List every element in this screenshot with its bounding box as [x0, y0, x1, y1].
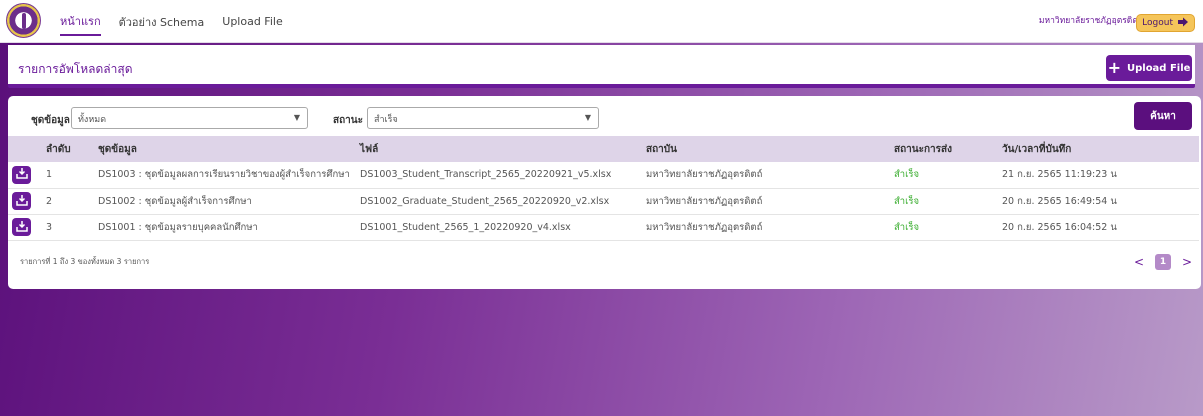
row-status: สำเร็จ: [894, 169, 920, 181]
row-no: 2: [46, 195, 53, 207]
row-no: 1: [46, 169, 53, 181]
col-datetime[interactable]: วัน/เวลาที่บันทึก: [998, 136, 1199, 162]
university-logo[interactable]: [6, 3, 41, 38]
col-status[interactable]: สถานะการส่ง: [890, 136, 998, 162]
chevron-down-icon: ▼: [293, 113, 300, 122]
row-dataset: DS1003 : ชุดข้อมูลผลการเรียนรายวิชาของผู…: [98, 169, 350, 181]
search-button[interactable]: ค้นหา: [1134, 102, 1192, 130]
col-dataset[interactable]: ชุดข้อมูล: [94, 136, 356, 162]
download-icon: [15, 220, 28, 235]
chevron-down-icon: ▼: [584, 113, 591, 122]
upload-file-button[interactable]: + Upload File: [1106, 55, 1192, 81]
row-no: 3: [46, 221, 53, 233]
page-number-button[interactable]: 1: [1155, 254, 1171, 270]
table-row: 2 DS1002 : ชุดข้อมูลผู้สำเร็จการศึกษา DS…: [8, 188, 1199, 214]
nav-upload-file[interactable]: Upload File: [222, 11, 282, 32]
row-dataset: DS1001 : ชุดข้อมูลรายบุคคลนักศึกษา: [98, 221, 258, 233]
upload-table: ลำดับ ชุดข้อมูล ไฟล์ สถาบัน สถานะการส่ง …: [8, 136, 1199, 241]
download-button[interactable]: [12, 165, 31, 184]
download-icon: [15, 194, 28, 209]
logout-label: Logout: [1142, 18, 1173, 28]
table-row: 3 DS1001 : ชุดข้อมูลรายบุคคลนักศึกษา DS1…: [8, 214, 1199, 240]
logout-button[interactable]: Logout: [1136, 14, 1195, 32]
upload-file-label: Upload File: [1126, 62, 1191, 74]
col-file[interactable]: ไฟล์: [356, 136, 642, 162]
col-no[interactable]: ลำดับ: [42, 136, 94, 162]
row-dataset: DS1002 : ชุดข้อมูลผู้สำเร็จการศึกษา: [98, 195, 252, 207]
col-action: [8, 136, 42, 162]
prev-page-button[interactable]: <: [1133, 255, 1145, 269]
table-row: 1 DS1003 : ชุดข้อมูลผลการเรียนรายวิชาของ…: [8, 162, 1199, 188]
download-button[interactable]: [12, 192, 31, 210]
download-icon: [15, 167, 28, 182]
table-header-row: ลำดับ ชุดข้อมูล ไฟล์ สถาบัน สถานะการส่ง …: [8, 136, 1199, 162]
row-status: สำเร็จ: [894, 221, 920, 233]
nav-home[interactable]: หน้าแรก: [60, 8, 101, 36]
page-title: รายการอัพโหลดล่าสุด: [18, 62, 133, 76]
pagination: < 1 >: [1133, 254, 1193, 270]
page-header: รายการอัพโหลดล่าสุด + Upload File: [8, 45, 1195, 88]
row-datetime: 21 ก.ย. 2565 11:19:23 น: [1002, 169, 1117, 181]
row-institution: มหาวิทยาลัยราชภัฏอุตรดิตถ์: [646, 195, 763, 207]
row-institution: มหาวิทยาลัยราชภัฏอุตรดิตถ์: [646, 221, 763, 233]
main-nav: หน้าแรก ตัวอย่าง Schema Upload File: [60, 0, 283, 43]
row-file: DS1003_Student_Transcript_2565_20220921_…: [360, 169, 612, 181]
nav-schema-example[interactable]: ตัวอย่าง Schema: [119, 9, 205, 35]
dataset-select[interactable]: ทั้งหมด ▼: [71, 107, 308, 129]
status-filter-label: สถานะ: [333, 115, 363, 126]
pagination-info: รายการที่ 1 ถึง 3 ของทั้งหมด 3 รายการ: [20, 257, 150, 266]
top-navbar: หน้าแรก ตัวอย่าง Schema Upload File มหาว…: [0, 0, 1203, 43]
plus-icon: +: [1107, 58, 1121, 77]
download-button[interactable]: [12, 218, 31, 236]
row-file: DS1002_Graduate_Student_2565_20220920_v2…: [360, 195, 610, 207]
status-select[interactable]: สำเร็จ ▼: [367, 107, 599, 129]
logout-icon: [1177, 16, 1189, 31]
row-institution: มหาวิทยาลัยราชภัฏอุตรดิตถ์: [646, 169, 763, 181]
dataset-select-value: ทั้งหมด: [78, 115, 107, 125]
col-institution[interactable]: สถาบัน: [642, 136, 890, 162]
upload-list-panel: ชุดข้อมูล ทั้งหมด ▼ สถานะ สำเร็จ ▼ ค้นหา…: [8, 96, 1201, 289]
row-file: DS1001_Student_2565_1_20220920_v4.xlsx: [360, 221, 571, 233]
row-status: สำเร็จ: [894, 195, 920, 207]
university-name: มหาวิทยาลัยราชภัฏอุตรดิตถ์: [1038, 16, 1143, 26]
row-datetime: 20 ก.ย. 2565 16:49:54 น: [1002, 195, 1117, 207]
dataset-filter-label: ชุดข้อมูล: [31, 115, 70, 126]
next-page-button[interactable]: >: [1181, 255, 1193, 269]
row-datetime: 20 ก.ย. 2565 16:04:52 น: [1002, 221, 1117, 233]
status-select-value: สำเร็จ: [374, 115, 398, 125]
